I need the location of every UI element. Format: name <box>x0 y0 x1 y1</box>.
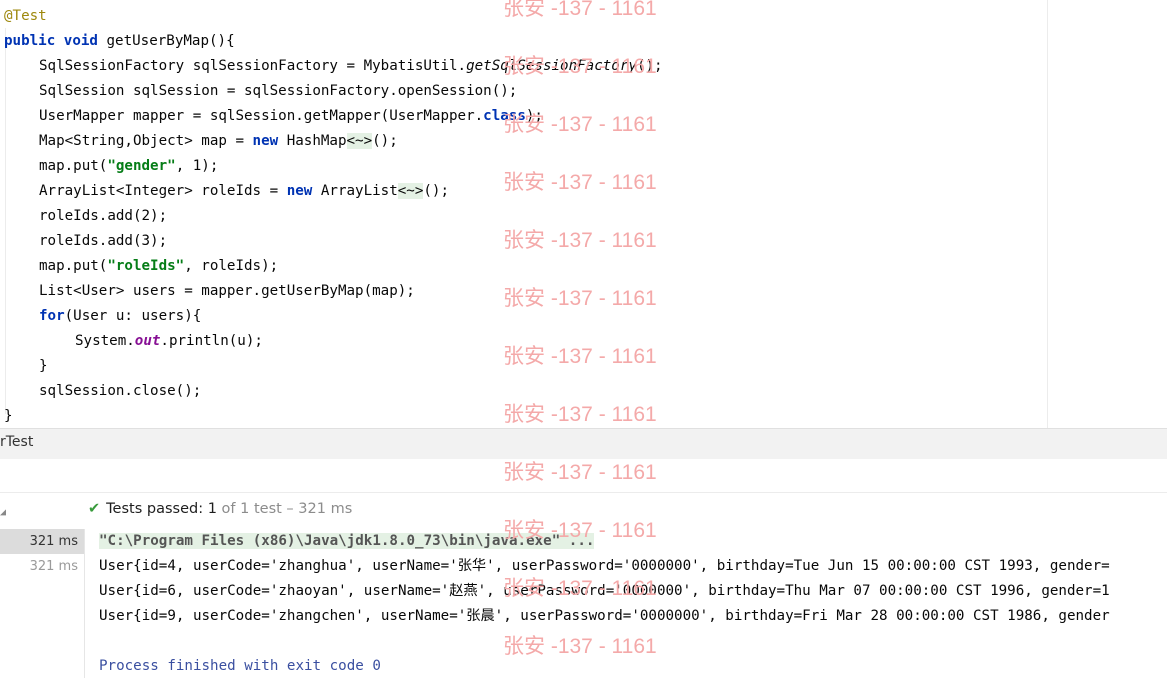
run-toolbar <box>0 459 1167 493</box>
tests-passed-summary: ✔ Tests passed: 1 of 1 test – 321 ms <box>88 501 353 517</box>
code-line-users: List<User> users = mapper.getUserByMap(m… <box>39 283 415 299</box>
code-editor[interactable]: @Test public void getUserByMap(){ SqlSes… <box>0 0 1167 428</box>
console-exit-message: Process finished with exit code 0 <box>99 658 381 674</box>
indent-guide <box>5 28 6 414</box>
console-output[interactable]: "C:\Program Files (x86)\Java\jdk1.8.0_73… <box>85 529 1167 678</box>
code-line-mapper: UserMapper mapper = sqlSession.getMapper… <box>39 108 543 124</box>
code-line-add-3: roleIds.add(3); <box>39 233 168 249</box>
right-margin-guide <box>1047 0 1048 428</box>
check-icon: ✔ <box>88 501 101 517</box>
code-line-session: SqlSession sqlSession = sqlSessionFactor… <box>39 83 518 99</box>
run-tab[interactable]: rTest <box>0 434 33 450</box>
code-line-roleids-list: ArrayList<Integer> roleIds = new ArrayLi… <box>39 183 450 199</box>
code-line-put-gender: map.put("gender", 1); <box>39 158 219 174</box>
code-line-close-loop: } <box>39 358 48 374</box>
console-command: "C:\Program Files (x86)\Java\jdk1.8.0_73… <box>99 533 595 549</box>
code-line-annotation: @Test <box>4 8 47 24</box>
test-tree-item-time[interactable]: 321 ms <box>0 554 84 579</box>
code-line-map: Map<String,Object> map = new HashMap<~>(… <box>39 133 398 149</box>
code-line-add-2: roleIds.add(2); <box>39 208 168 224</box>
collapse-chevron-icon[interactable]: ◢ <box>0 507 6 518</box>
code-line-close-session: sqlSession.close(); <box>39 383 202 399</box>
code-line-println: System.out.println(u); <box>75 333 263 349</box>
test-tree-root-time[interactable]: 321 ms <box>0 529 84 554</box>
console-line: User{id=9, userCode='zhangchen', userNam… <box>99 608 1110 624</box>
code-line-session-factory: SqlSessionFactory sqlSessionFactory = My… <box>39 58 663 74</box>
code-line-method-signature: public void getUserByMap(){ <box>4 33 235 49</box>
code-line-for-loop: for(User u: users){ <box>39 308 202 324</box>
run-tab-bar: rTest <box>0 428 1167 460</box>
code-line-close-method: } <box>4 408 13 424</box>
console-line: User{id=4, userCode='zhanghua', userName… <box>99 558 1110 574</box>
test-tree: 321 ms 321 ms <box>0 529 84 678</box>
console-line: User{id=6, userCode='zhaoyan', userName=… <box>99 583 1110 599</box>
test-status-bar: ◢ ✔ Tests passed: 1 of 1 test – 321 ms <box>0 493 1167 527</box>
code-line-put-roleids: map.put("roleIds", roleIds); <box>39 258 279 274</box>
